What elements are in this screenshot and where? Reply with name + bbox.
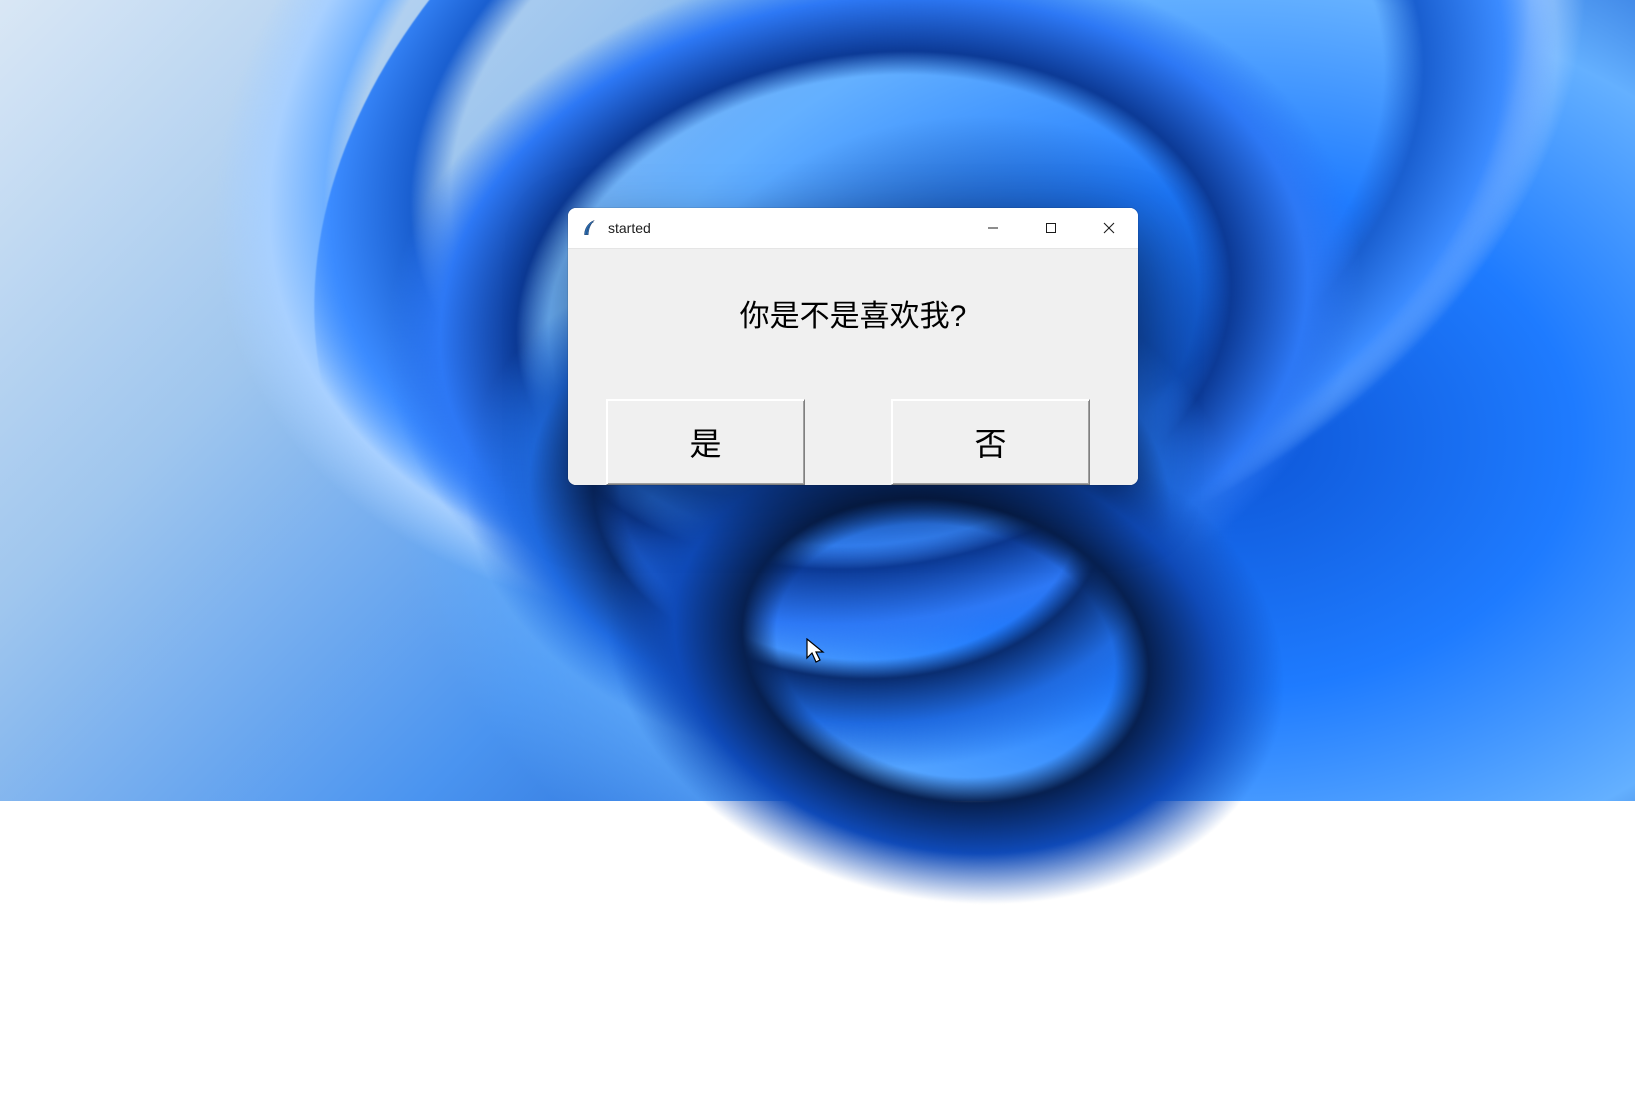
button-row: 是 否 <box>568 399 1138 485</box>
maximize-icon <box>1045 222 1057 234</box>
no-button[interactable]: 否 <box>891 399 1090 485</box>
titlebar[interactable]: started <box>568 208 1138 249</box>
close-icon <box>1103 222 1115 234</box>
window-title: started <box>608 220 651 236</box>
yes-button[interactable]: 是 <box>606 399 805 485</box>
client-area: 你是不是喜欢我? 是 否 <box>568 249 1138 485</box>
tkinter-feather-icon <box>580 219 598 237</box>
question-label: 你是不是喜欢我? <box>568 291 1138 335</box>
maximize-button[interactable] <box>1022 208 1080 248</box>
minimize-button[interactable] <box>964 208 1022 248</box>
close-button[interactable] <box>1080 208 1138 248</box>
tkinter-window: started 你是不是喜欢我? 是 否 <box>568 208 1138 485</box>
minimize-icon <box>987 222 999 234</box>
